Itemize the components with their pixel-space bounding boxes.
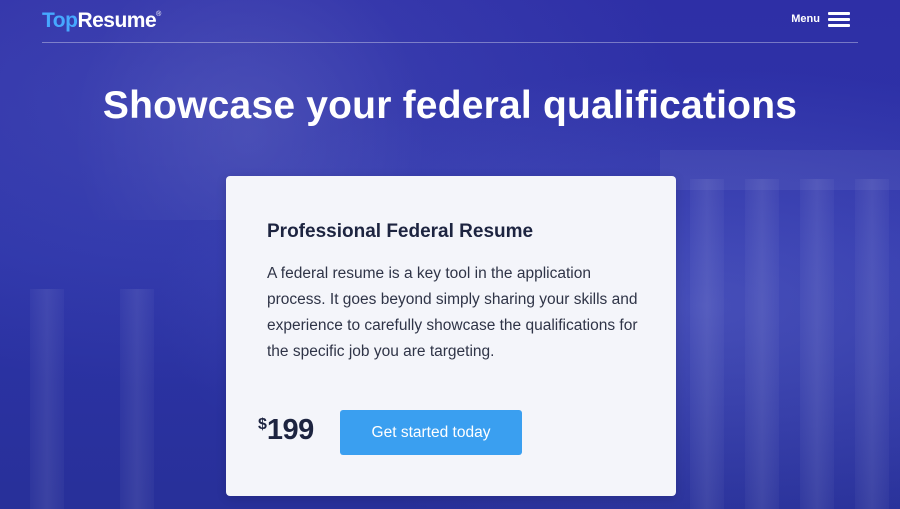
- top-navigation-bar: TopResume® Menu: [42, 0, 858, 43]
- product-description: A federal resume is a key tool in the ap…: [267, 265, 638, 360]
- building-column: [30, 289, 64, 509]
- logo-resume-text: Resume: [77, 9, 157, 32]
- registered-mark: ®: [156, 11, 161, 18]
- building-column: [120, 289, 154, 509]
- product-price: $199: [258, 414, 314, 447]
- product-title: Professional Federal Resume: [267, 221, 534, 242]
- building-column: [745, 179, 779, 509]
- building-column: [800, 179, 834, 509]
- topresume-logo[interactable]: TopResume®: [42, 9, 161, 33]
- logo-top-text: Top: [42, 9, 78, 32]
- menu-button[interactable]: Menu: [791, 11, 850, 27]
- building-column: [855, 179, 889, 509]
- get-started-button[interactable]: Get started today: [340, 410, 522, 455]
- price-amount: 199: [266, 414, 314, 446]
- hamburger-menu-icon: [828, 11, 850, 27]
- price-currency: $: [258, 416, 267, 433]
- menu-label: Menu: [791, 13, 820, 25]
- product-card: Professional Federal Resume A federal re…: [226, 176, 676, 496]
- page-headline: Showcase your federal qualifications: [102, 84, 798, 127]
- building-column: [690, 179, 724, 509]
